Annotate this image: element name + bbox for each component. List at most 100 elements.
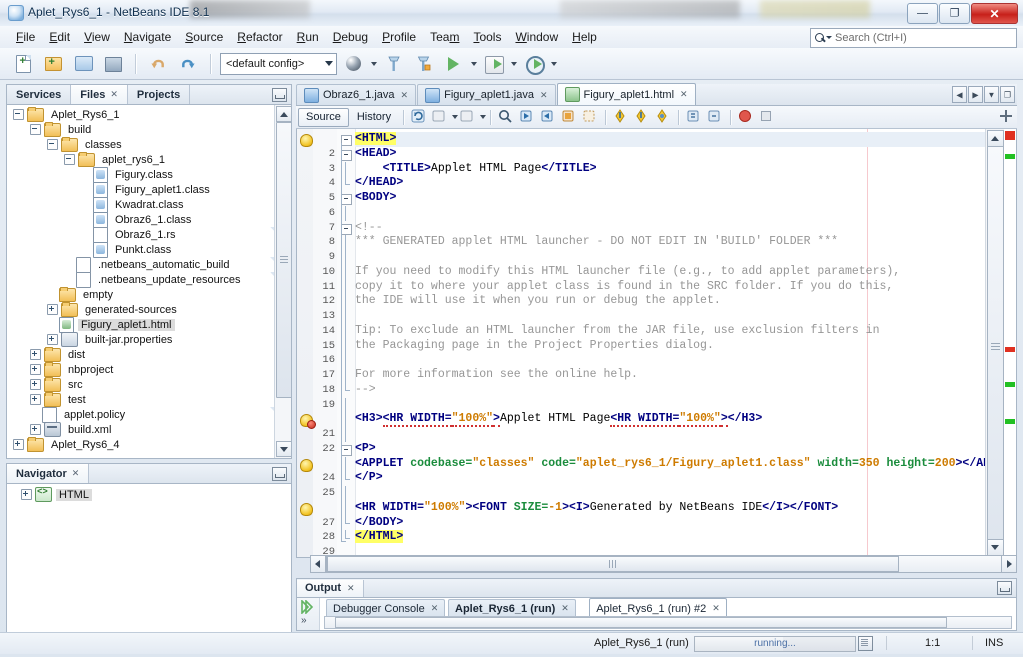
tree-node[interactable]: Obraz6_1.class — [7, 211, 275, 228]
close-icon[interactable]: ✕ — [712, 603, 720, 614]
output-tab-0[interactable]: Debugger Console ✕ — [326, 599, 446, 617]
scroll-left-button[interactable] — [310, 555, 326, 573]
annotation-marker-1[interactable] — [1005, 382, 1015, 387]
navigator-body[interactable]: HTML — [6, 483, 292, 634]
undo-button[interactable] — [145, 51, 172, 77]
code-editor[interactable]: 2 3 4 5 6 7 8 9 10 11 12 13 14 15 16 17 18 19 21 22 24 25 27 28… — [296, 129, 1017, 558]
tree-node[interactable]: .netbeans_update_resources — [7, 271, 275, 288]
minimize-explorer-button[interactable] — [272, 88, 287, 102]
tree-node[interactable]: .netbeans_automatic_build — [7, 256, 275, 273]
minimize-navigator-button[interactable] — [272, 467, 287, 481]
code-line[interactable]: </HEAD> — [355, 176, 998, 191]
config-combo[interactable]: <default config> — [220, 53, 337, 75]
output-hscrollbar[interactable] — [324, 616, 1012, 629]
hint-bulb-icon[interactable] — [300, 502, 313, 516]
toggle-highlight-button[interactable] — [654, 108, 673, 126]
code-line[interactable] — [355, 353, 998, 368]
redo-button[interactable] — [175, 51, 202, 77]
code-line[interactable] — [355, 398, 998, 413]
tree-node[interactable]: Obraz6_1.rs — [7, 226, 275, 243]
build-dropdown-icon[interactable] — [371, 62, 377, 66]
error-marker-line20[interactable] — [1005, 347, 1015, 352]
profile-dropdown-icon[interactable] — [551, 62, 557, 66]
debug-dropdown-icon[interactable] — [511, 62, 517, 66]
ok-marker[interactable] — [1005, 154, 1015, 159]
tree-node[interactable]: build.xml — [7, 422, 275, 437]
editor-tab-figury-aplet1-java[interactable]: Figury_aplet1.java ✕ — [417, 84, 556, 105]
output-hscroll-thumb[interactable] — [335, 617, 947, 628]
tree-node[interactable]: nbproject — [7, 361, 275, 377]
code-line[interactable]: <BODY> — [355, 191, 998, 206]
previous-error-button[interactable] — [612, 108, 631, 126]
menu-profile[interactable]: Profile — [375, 27, 423, 47]
code-line[interactable] — [355, 427, 998, 442]
expand-icon[interactable] — [13, 439, 24, 450]
fold-collapse-icon[interactable] — [341, 149, 352, 161]
explorer-tab-files[interactable]: Files ✕ — [71, 85, 128, 104]
menu-help[interactable]: Help — [565, 27, 604, 47]
stop-button[interactable] — [737, 108, 756, 126]
tree-scroll-thumb[interactable] — [276, 122, 291, 398]
code-line[interactable]: Tip: To exclude an HTML launcher from th… — [355, 324, 998, 339]
menu-debug[interactable]: Debug — [326, 27, 375, 47]
annotation-marker-2[interactable] — [1005, 419, 1015, 424]
close-icon[interactable]: ✕ — [431, 603, 439, 614]
code-line[interactable]: the Packaging page in the Project Proper… — [355, 339, 998, 354]
debug-project-button[interactable] — [480, 51, 507, 77]
tree-node[interactable]: Punkt.class — [7, 241, 275, 258]
code-line[interactable]: the IDE will use it when you run or debu… — [355, 294, 998, 309]
more-icon[interactable]: » — [301, 615, 307, 626]
profile-project-button[interactable] — [520, 51, 547, 77]
forward-history-button[interactable] — [459, 108, 478, 126]
code-line[interactable]: </BODY> — [355, 516, 998, 531]
menu-source[interactable]: Source — [178, 27, 230, 47]
code-line[interactable] — [355, 250, 998, 265]
save-all-button[interactable] — [100, 51, 127, 77]
menu-team[interactable]: Team — [423, 27, 466, 47]
tree-node[interactable]: dist — [7, 346, 275, 362]
tree-node[interactable]: empty — [7, 286, 275, 302]
back-history-button[interactable] — [431, 108, 450, 126]
hscroll-track[interactable] — [326, 555, 1003, 573]
stop-macro-button[interactable] — [758, 108, 777, 126]
build-project-button[interactable] — [340, 51, 367, 77]
scroll-down-button[interactable] — [987, 539, 1004, 556]
code-line[interactable]: If you need to modify this HTML launcher… — [355, 265, 998, 280]
menu-run[interactable]: Run — [290, 27, 326, 47]
code-line[interactable] — [355, 486, 998, 501]
tree-scrollbar[interactable] — [274, 105, 291, 458]
tree-node[interactable]: Aplet_Rys6_1 — [7, 106, 275, 122]
progress-bar[interactable]: running... — [694, 636, 856, 652]
fold-collapse-icon[interactable] — [341, 194, 352, 205]
clean-and-build-button[interactable] — [410, 51, 437, 77]
fold-collapse-icon[interactable] — [341, 223, 352, 235]
tree-node[interactable]: Figury_aplet1.html — [7, 316, 275, 333]
code-line[interactable]: <!-- — [355, 221, 998, 236]
menu-refactor[interactable]: Refactor — [230, 27, 289, 47]
navigator-tab[interactable]: Navigator ✕ — [7, 464, 90, 483]
open-project-button[interactable] — [70, 51, 97, 77]
scroll-up-button[interactable] — [276, 106, 291, 122]
fold-collapse-icon[interactable] — [341, 444, 352, 456]
code-line[interactable]: <P> — [355, 442, 998, 457]
navigator-item-html[interactable]: HTML — [7, 487, 291, 502]
hint-bulb-icon[interactable] — [300, 134, 313, 147]
tree-node[interactable]: Figury.class — [7, 166, 275, 183]
close-icon[interactable]: ✕ — [540, 90, 548, 101]
clean-build-button[interactable] — [380, 51, 407, 77]
run-project-button[interactable] — [440, 51, 467, 77]
output-tab-2[interactable]: Aplet_Rys6_1 (run) #2 ✕ — [589, 598, 727, 618]
find-selection-button[interactable] — [497, 108, 516, 126]
expand-icon[interactable] — [21, 489, 32, 500]
editor-tab-figury-aplet1-html[interactable]: Figury_aplet1.html ✕ — [556, 83, 696, 105]
next-error-button[interactable] — [633, 108, 652, 126]
menu-edit[interactable]: Edit — [42, 27, 77, 47]
hscroll-thumb[interactable] — [327, 556, 899, 572]
scroll-tabs-right-button[interactable]: ▶ — [968, 86, 983, 103]
close-icon[interactable]: ✕ — [72, 468, 80, 479]
menu-window[interactable]: Window — [508, 27, 565, 47]
tree-node[interactable]: Kwadrat.class — [7, 196, 275, 213]
code-text[interactable]: <HTML> <HEAD> <TITLE>Applet HTML Page</TI… — [355, 129, 998, 557]
code-line[interactable]: <APPLET codebase="classes" code="aplet_r… — [355, 457, 998, 472]
uncomment-button[interactable] — [706, 108, 725, 126]
